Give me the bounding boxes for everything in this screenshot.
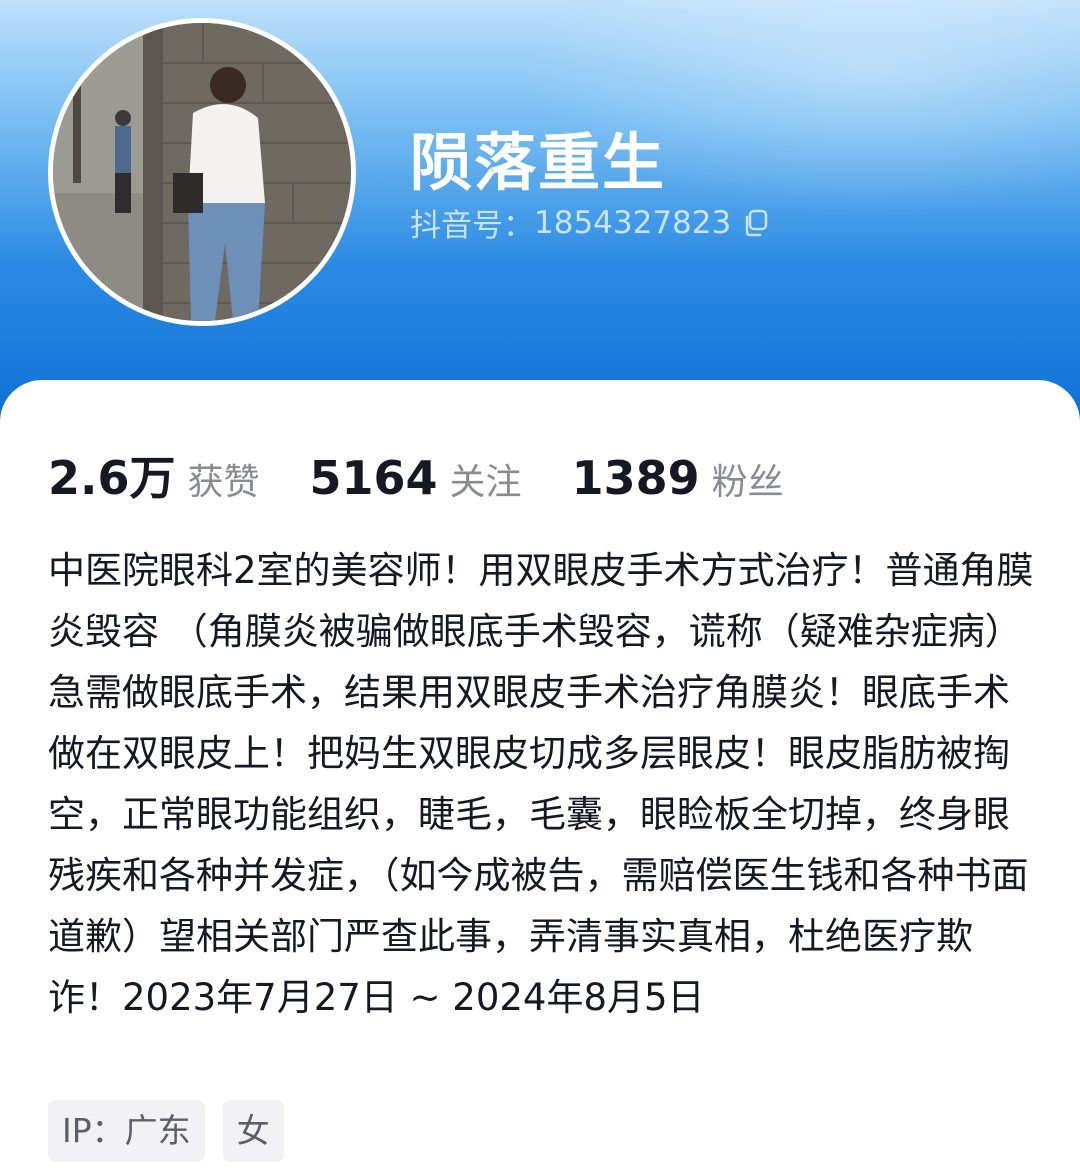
stat-likes-value: 2.6万 [48, 451, 176, 505]
tag-ip-location: IP：广东 [48, 1100, 205, 1162]
douyin-id-label: 抖音号： [410, 208, 534, 244]
profile-bio: 中医院眼科2室的美容师！用双眼皮手术方式治疗！普通角膜炎毁容 （角膜炎被骗做眼底… [48, 549, 1034, 1019]
username: 陨落重生 [410, 126, 667, 199]
stat-followers-label: 粉丝 [711, 462, 784, 503]
stat-following-label: 关注 [449, 462, 522, 503]
douyin-id-row[interactable]: 抖音号： 1854327823 [410, 200, 771, 245]
stats-row: 2.6万 获赞 5164 关注 1389 粉丝 [48, 442, 784, 508]
douyin-id-value: 1854327823 [534, 204, 732, 241]
tag-gender: 女 [222, 1100, 284, 1162]
stat-followers[interactable]: 1389 粉丝 [572, 451, 784, 505]
profile-header: 陨落重生 抖音号： 1854327823 [0, 0, 1080, 430]
stat-likes-label: 获赞 [187, 462, 260, 503]
stat-followers-value: 1389 [571, 451, 700, 505]
stat-following-value: 5164 [309, 451, 438, 505]
profile-card: 2.6万 获赞 5164 关注 1389 粉丝 中医院眼科2室的美容师！用双眼皮… [0, 380, 1080, 1170]
profile-tags: IP：广东 女 [48, 1100, 302, 1162]
avatar[interactable] [48, 18, 356, 326]
copy-icon[interactable] [741, 208, 771, 238]
stat-likes[interactable]: 2.6万 获赞 [48, 442, 260, 508]
stat-following[interactable]: 5164 关注 [310, 451, 522, 505]
avatar-image [53, 23, 351, 321]
